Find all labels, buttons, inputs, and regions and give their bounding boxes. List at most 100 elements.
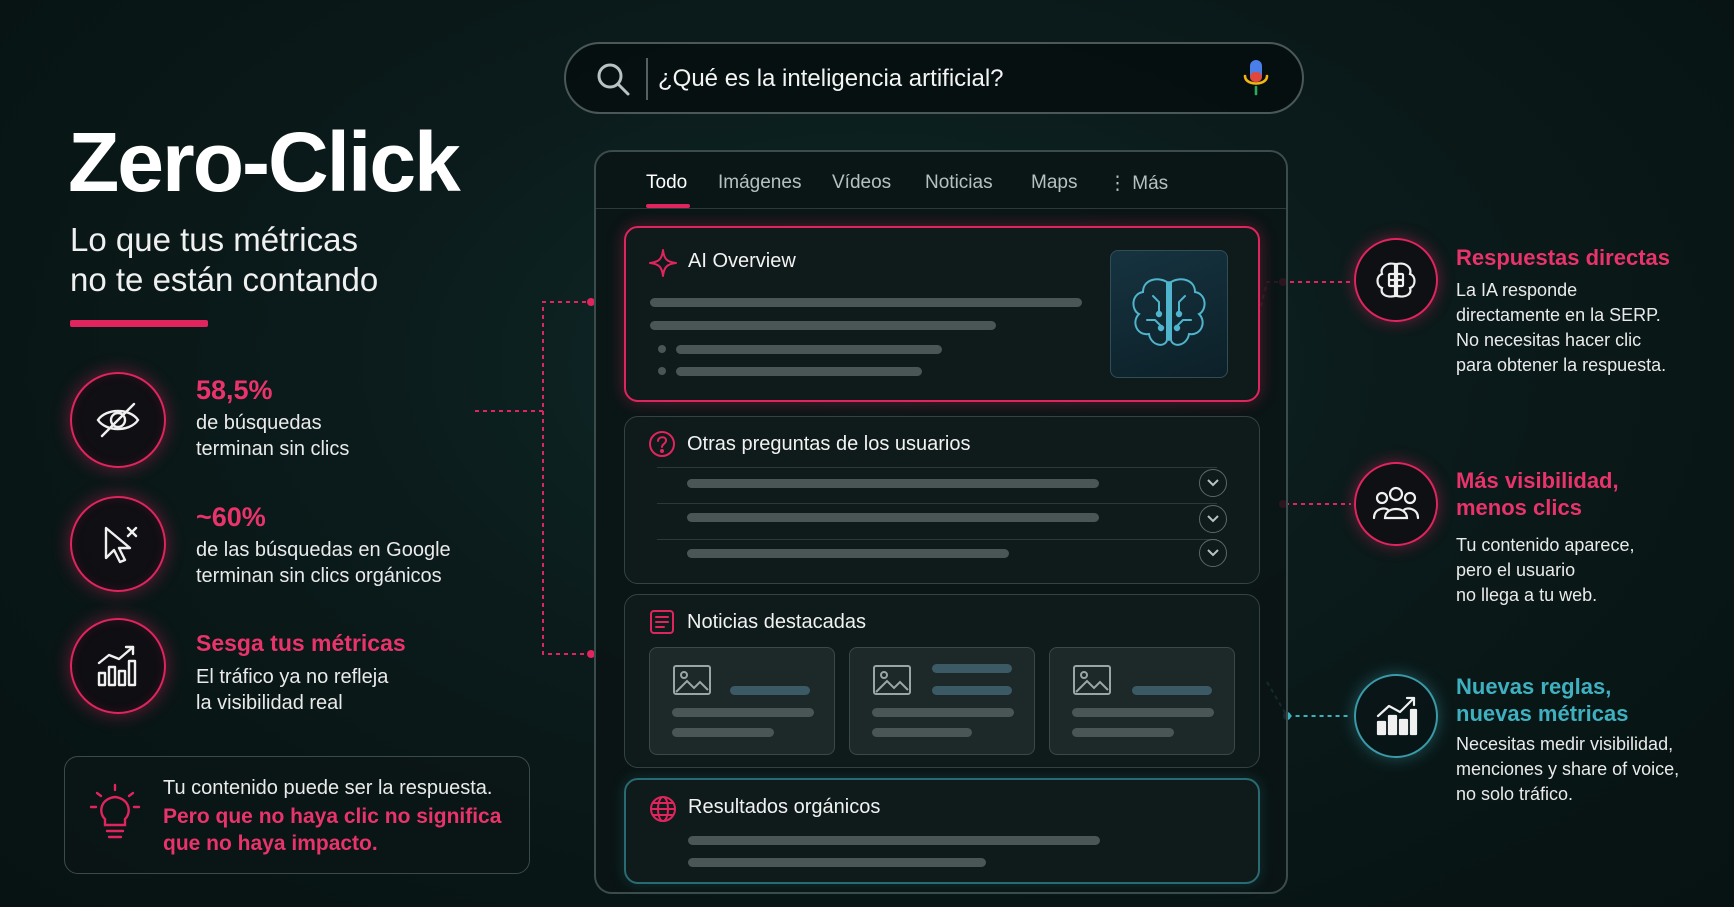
benefit-title: Respuestas directas [1456,244,1670,271]
top-news-card: Noticias destacadas [624,594,1260,768]
chevron-down-icon[interactable] [1199,539,1227,567]
people-also-ask-title: Otras preguntas de los usuarios [687,433,971,455]
tab-noticias[interactable]: Noticias [925,172,993,194]
search-divider [646,58,648,100]
text-placeholder [1132,686,1212,695]
benefit-line: Tu contenido aparece, [1456,535,1635,555]
benefit-description: Tu contenido aparece, pero el usuario no… [1456,533,1634,608]
stat-line: la visibilidad real [196,692,343,714]
text-placeholder [932,664,1012,673]
chevron-down-icon[interactable] [1199,505,1227,533]
tab-maps[interactable]: Maps [1031,172,1077,194]
benefit-description: Necesitas medir visibilidad, menciones y… [1456,732,1679,807]
text-placeholder [872,728,972,737]
tab-mas[interactable]: ⋮ Más [1108,172,1168,195]
benefit-description: La IA responde directamente en la SERP. … [1456,278,1666,378]
brain-circuit-icon [1110,250,1228,378]
image-icon [672,664,712,696]
stat-value: ~60% [196,502,266,532]
ai-overview-card[interactable]: AI Overview [624,226,1260,402]
bullet [658,345,666,353]
stat-line: terminan sin clics [196,438,350,460]
text-placeholder [676,345,942,354]
stat-line: de las búsquedas en Google [196,539,451,561]
search-input[interactable]: ¿Qué es la inteligencia artificial? [658,65,1004,93]
subtitle-line-1: Lo que tus métricas [70,221,358,258]
text-placeholder [672,708,814,717]
benefit-line: menciones y share of voice, [1456,759,1680,779]
benefit-title: Nuevas reglas, nuevas métricas [1456,673,1628,727]
stat-line: El tráfico ya no refleja [196,666,389,688]
stat-description: El tráfico ya no refleja la visibilidad … [196,664,388,716]
text-placeholder [872,708,1014,717]
benefit-title-line: nuevas métricas [1456,701,1629,726]
bar-chart-trend-icon [70,618,166,714]
text-placeholder [1072,708,1214,717]
benefit-title-line: menos clics [1456,495,1582,520]
page-title: Zero-Click [68,115,461,209]
organic-results-card[interactable]: Resultados orgánicos [624,778,1260,884]
benefit-line: No necesitas hacer clic [1456,330,1642,350]
users-group-icon [1354,462,1438,546]
newspaper-icon [647,607,677,637]
eye-off-icon [70,372,166,468]
benefit-title-line: Más visibilidad, [1456,468,1619,493]
tab-videos[interactable]: Vídeos [832,172,891,194]
stat-line: de búsquedas [196,412,322,434]
stat-line: terminan sin clics orgánicos [196,565,442,587]
benefit-line: para obtener la respuesta. [1456,355,1667,375]
bullet [658,367,666,375]
row-divider [657,503,1217,504]
news-item[interactable] [849,647,1035,755]
benefit-line: no llega a tu web. [1456,585,1598,605]
tip-box: Tu contenido puede ser la respuesta. Per… [64,756,530,874]
benefit-line: La IA responde [1456,280,1578,300]
tip-line-1: Tu contenido puede ser la respuesta. [163,777,493,799]
microphone-icon[interactable] [1242,58,1270,98]
benefit-line: directamente en la SERP. [1456,305,1661,325]
text-placeholder [672,728,774,737]
left-connector-lines [475,298,595,658]
search-bar[interactable]: ¿Qué es la inteligencia artificial? [564,42,1304,114]
text-placeholder [650,298,1082,307]
lightbulb-icon [89,781,141,845]
benefit-title-line: Nuevas reglas, [1456,674,1612,699]
stat-value: 58,5% [196,375,273,405]
serp-panel: Todo Imágenes Vídeos Noticias Maps ⋮ Más… [594,150,1288,894]
page-subtitle: Lo que tus métricas no te están contando [70,220,378,300]
row-divider [657,539,1217,540]
image-icon [1072,664,1112,696]
stat-value: Sesga tus métricas [196,630,406,656]
text-placeholder [676,367,922,376]
question-placeholder [687,479,1099,488]
cursor-x-icon [70,496,166,592]
tab-imagenes[interactable]: Imágenes [718,172,801,194]
benefit-line: pero el usuario [1456,560,1576,580]
stat-description: de las búsquedas en Google terminan sin … [196,537,451,589]
ai-chip-brain-icon [1354,238,1438,322]
text-placeholder [730,686,810,695]
search-icon[interactable] [594,60,632,98]
globe-icon [648,794,678,824]
row-divider [657,467,1217,468]
news-item[interactable] [1049,647,1235,755]
growth-chart-icon [1354,674,1438,758]
accent-divider [70,320,208,327]
organic-results-title: Resultados orgánicos [688,796,881,818]
text-placeholder [650,321,996,330]
people-also-ask-card: Otras preguntas de los usuarios [624,416,1260,584]
top-news-title: Noticias destacadas [687,611,866,633]
image-icon [872,664,912,696]
tab-todo[interactable]: Todo [646,172,687,194]
text-placeholder [688,858,986,867]
tip-line-3: que no haya impacto. [163,832,378,855]
news-item[interactable] [649,647,835,755]
benefit-line: no solo tráfico. [1456,784,1574,804]
benefit-title: Más visibilidad, menos clics [1456,467,1619,521]
chevron-down-icon[interactable] [1199,469,1227,497]
ai-overview-title: AI Overview [688,250,796,272]
benefit-title-line: Respuestas directas [1456,245,1670,270]
text-placeholder [688,836,1100,845]
stat-description: de búsquedas terminan sin clics [196,410,349,462]
text-placeholder [1072,728,1174,737]
